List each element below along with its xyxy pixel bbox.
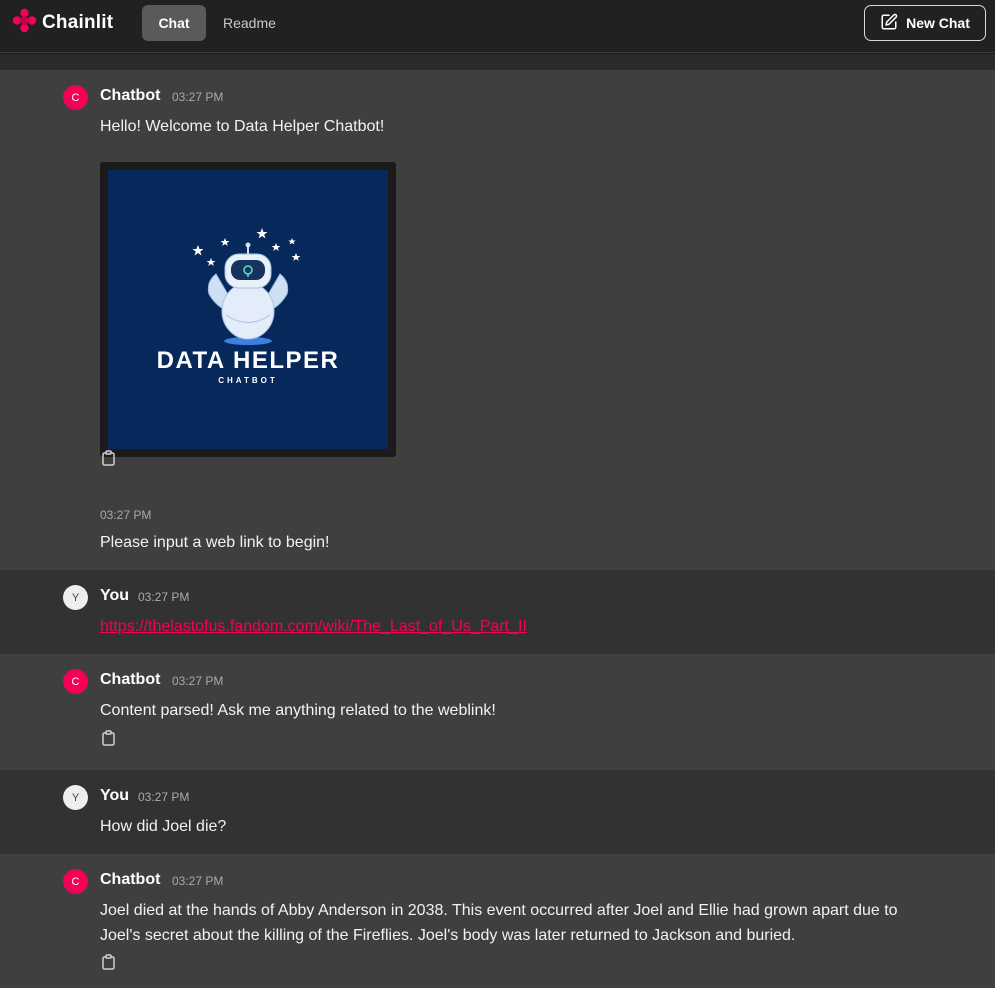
thread-top-spacer <box>0 54 995 70</box>
new-chat-label: New Chat <box>906 15 970 31</box>
image-title: DATA HELPER <box>157 347 340 374</box>
message-text: Hello! Welcome to Data Helper Chatbot! <box>100 118 385 135</box>
chat-thread[interactable]: C Chatbot 03:27 PM Hello! Welcome to Dat… <box>0 54 995 988</box>
message-author: Chatbot <box>100 871 161 888</box>
clipboard-icon[interactable] <box>101 954 116 970</box>
message-image[interactable]: DATA HELPER CHATBOT <box>100 162 396 457</box>
new-chat-button[interactable]: New Chat <box>864 5 986 41</box>
message-author: You <box>100 787 130 804</box>
clipboard-icon[interactable] <box>101 450 116 466</box>
message-time: 03:27 PM <box>138 790 190 804</box>
data-helper-logo-image: DATA HELPER CHATBOT <box>108 170 388 449</box>
message-text: Content parsed! Ask me anything related … <box>100 702 496 719</box>
tab-readme[interactable]: Readme <box>207 5 292 41</box>
message-time: 03:27 PM <box>100 508 152 522</box>
avatar: C <box>63 869 88 894</box>
edit-icon <box>880 13 898 34</box>
avatar: Y <box>63 585 88 610</box>
message-bot-welcome: C Chatbot 03:27 PM Hello! Welcome to Dat… <box>0 70 995 570</box>
message-text: How did Joel die? <box>100 818 227 835</box>
message-time: 03:27 PM <box>172 90 224 104</box>
message-time: 03:27 PM <box>172 874 224 888</box>
avatar: C <box>63 669 88 694</box>
clipboard-icon[interactable] <box>101 730 116 746</box>
avatar: C <box>63 85 88 110</box>
weblink[interactable]: https://thelastofus.fandom.com/wiki/The_… <box>100 618 527 635</box>
message-time: 03:27 PM <box>172 674 224 688</box>
message-user-link: Y You 03:27 PM https://thelastofus.fando… <box>0 570 995 654</box>
message-time: 03:27 PM <box>138 590 190 604</box>
message-text: Please input a web link to begin! <box>100 534 330 551</box>
message-user-question: Y You 03:27 PM How did Joel die? <box>0 770 995 854</box>
image-subtitle: CHATBOT <box>218 376 278 385</box>
chainlit-logo-icon <box>11 7 38 39</box>
message-author: Chatbot <box>100 87 161 104</box>
message-author: You <box>100 587 130 604</box>
message-text-line-1: Joel died at the hands of Abby Anderson … <box>100 902 898 919</box>
brand-name: Chainlit <box>42 12 114 33</box>
message-bot-answer: C Chatbot 03:27 PM Joel died at the hand… <box>0 854 995 988</box>
message-text-line-2: Joel's secret about the killing of the F… <box>100 927 796 944</box>
message-bot-parsed: C Chatbot 03:27 PM Content parsed! Ask m… <box>0 654 995 770</box>
brand-logo[interactable]: Chainlit <box>11 7 114 39</box>
avatar: Y <box>63 785 88 810</box>
app-header: Chainlit Chat Readme New Chat <box>0 0 995 53</box>
message-author: Chatbot <box>100 671 161 688</box>
tab-chat[interactable]: Chat <box>142 5 206 41</box>
